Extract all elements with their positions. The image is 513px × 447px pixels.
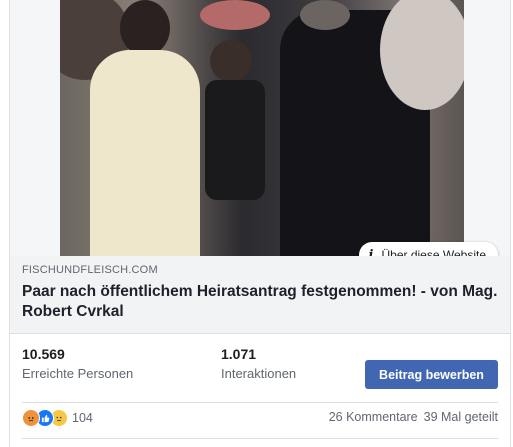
reach-label: Erreichte Personen (22, 366, 134, 381)
interactions-label: Interaktionen (221, 366, 297, 381)
post-card: i Über diese Website FISCHUNDFLEISCH.COM… (9, 0, 511, 447)
video-frame[interactable] (60, 0, 464, 256)
bottom-divider (22, 438, 498, 439)
engagement-meta: 26 Kommentare 39 Mal geteilt (329, 410, 498, 424)
comments-link[interactable]: 26 Kommentare (329, 410, 418, 424)
about-website-button[interactable]: i Über diese Website (358, 242, 498, 257)
link-domain: FISCHUNDFLEISCH.COM (22, 264, 158, 276)
reach-stat: 10.569 Erreichte Personen (22, 346, 133, 381)
shares-link[interactable]: 39 Mal geteilt (424, 410, 498, 424)
interactions-stat: 1.071 Interaktionen (221, 346, 296, 381)
reactions-count: 104 (72, 411, 93, 425)
about-website-label: Über diese Website (381, 248, 487, 256)
link-title[interactable]: Paar nach öffentlichem Heiratsantrag fes… (22, 282, 498, 322)
reactions-summary[interactable]: 104 (22, 409, 93, 427)
divider (22, 402, 498, 403)
link-preview[interactable]: FISCHUNDFLEISCH.COM Paar nach öffentlich… (10, 256, 510, 334)
angry-icon (22, 409, 40, 427)
woman-figure (90, 50, 200, 256)
interactions-value: 1.071 (221, 346, 257, 362)
post-stats: 10.569 Erreichte Personen 1.071 Interakt… (10, 346, 510, 392)
video-thumbnail[interactable]: i Über diese Website (10, 0, 510, 256)
boost-post-button[interactable]: Beitrag bewerben (365, 360, 498, 389)
reach-value: 10.569 (22, 346, 65, 362)
info-icon: i (368, 247, 374, 257)
